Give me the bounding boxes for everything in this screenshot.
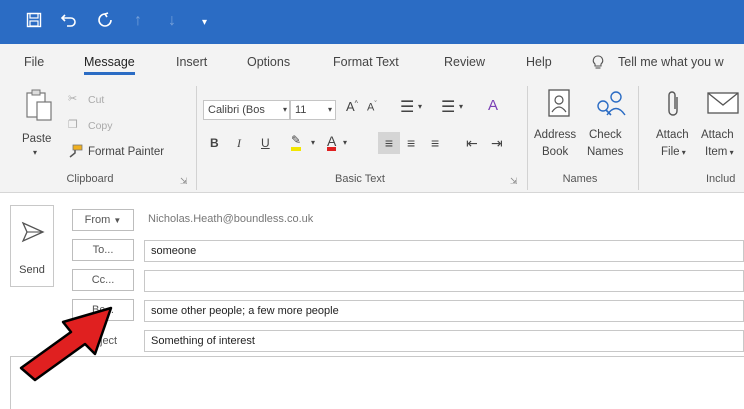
names-group-label: Names bbox=[562, 173, 598, 185]
down-arrow-icon[interactable]: ↓ bbox=[168, 12, 176, 30]
tab-insert[interactable]: Insert bbox=[176, 55, 207, 69]
bullets-icon[interactable]: ☰ bbox=[400, 97, 414, 117]
font-name-select[interactable]: Calibri (Bos ▾ bbox=[203, 100, 290, 120]
attach-file-button-line2[interactable]: File ▾ bbox=[661, 146, 686, 158]
cut-button[interactable]: Cut bbox=[88, 94, 104, 106]
from-button[interactable]: From ▼ bbox=[72, 209, 134, 231]
check-names-button[interactable]: Check bbox=[589, 129, 622, 141]
tab-format-text[interactable]: Format Text bbox=[333, 55, 399, 69]
cut-icon: ✂ bbox=[68, 93, 78, 105]
attach-item-label: Item bbox=[705, 146, 728, 158]
from-address: Nicholas.Heath@boundless.co.uk bbox=[148, 213, 314, 225]
tab-options[interactable]: Options bbox=[247, 55, 290, 69]
copy-button[interactable]: Copy bbox=[88, 120, 113, 132]
chevron-down-icon[interactable]: ▾ bbox=[343, 138, 347, 147]
chevron-down-icon[interactable]: ▾ bbox=[459, 102, 463, 111]
ribbon-separator bbox=[196, 86, 197, 190]
up-arrow-icon[interactable]: ↑ bbox=[134, 12, 142, 30]
format-painter-button[interactable]: Format Painter bbox=[88, 146, 164, 158]
chevron-down-icon: ▾ bbox=[327, 105, 332, 114]
highlight-icon[interactable]: ✎ bbox=[291, 133, 302, 151]
align-left-icon[interactable]: ≡ bbox=[378, 132, 400, 154]
font-size-select[interactable]: 11 ▾ bbox=[290, 100, 336, 120]
red-arrow-annotation bbox=[19, 306, 113, 382]
address-book-button-line2[interactable]: Book bbox=[542, 146, 568, 158]
attach-item-button-line2[interactable]: Item ▾ bbox=[705, 146, 734, 158]
attach-item-button[interactable]: Attach bbox=[701, 129, 734, 141]
address-book-icon bbox=[546, 88, 572, 121]
align-center-icon[interactable]: ≡ bbox=[407, 132, 415, 154]
chevron-down-icon: ▼ bbox=[113, 216, 122, 225]
clipboard-group-label: Clipboard bbox=[66, 173, 114, 185]
undo-icon[interactable] bbox=[60, 12, 78, 33]
bold-button[interactable]: B bbox=[210, 136, 219, 150]
attach-item-icon bbox=[706, 90, 740, 119]
attach-file-label: File bbox=[661, 146, 680, 158]
send-icon bbox=[21, 221, 45, 243]
chevron-down-icon[interactable]: ▾ bbox=[418, 102, 422, 111]
save-icon[interactable] bbox=[26, 12, 42, 33]
tell-me-search[interactable]: Tell me what you w bbox=[618, 55, 724, 69]
paperclip-icon bbox=[667, 89, 681, 122]
check-names-icon bbox=[594, 88, 626, 121]
format-painter-icon bbox=[67, 144, 83, 161]
ribbon-separator bbox=[638, 86, 639, 190]
from-label: From bbox=[84, 214, 111, 226]
basic-text-launcher-icon[interactable]: ⇲ bbox=[510, 176, 518, 187]
send-button[interactable]: Send bbox=[10, 205, 54, 287]
address-book-button[interactable]: Address bbox=[534, 129, 576, 141]
clipboard-launcher-icon[interactable]: ⇲ bbox=[180, 176, 188, 187]
ribbon-separator bbox=[527, 86, 528, 190]
numbering-icon[interactable]: ☰ bbox=[441, 97, 455, 117]
grow-font-icon[interactable]: A^ bbox=[346, 99, 358, 114]
paste-button[interactable]: Paste bbox=[22, 133, 51, 145]
redo-icon[interactable] bbox=[96, 12, 114, 33]
copy-icon: ❐ bbox=[68, 119, 78, 131]
tab-review[interactable]: Review bbox=[444, 55, 485, 69]
shrink-font-icon[interactable]: Aˇ bbox=[367, 101, 377, 114]
cc-field[interactable] bbox=[144, 270, 744, 292]
tab-help[interactable]: Help bbox=[526, 55, 552, 69]
basic-text-group-label: Basic Text bbox=[335, 173, 385, 185]
attach-file-button[interactable]: Attach bbox=[656, 129, 689, 141]
bcc-field[interactable]: some other people; a few more people bbox=[144, 300, 744, 322]
tab-file[interactable]: File bbox=[24, 55, 44, 69]
to-button[interactable]: To... bbox=[72, 239, 134, 261]
title-bar: ↑ ↓ ▾ bbox=[0, 0, 744, 44]
ribbon: Paste ▾ ✂ Cut ❐ Copy Format Painter Clip… bbox=[0, 80, 744, 193]
chevron-down-icon[interactable]: ▾ bbox=[311, 138, 315, 147]
paste-dropdown-icon[interactable]: ▾ bbox=[33, 148, 37, 157]
cc-button[interactable]: Cc... bbox=[72, 269, 134, 291]
align-right-icon[interactable]: ≡ bbox=[431, 132, 439, 154]
font-size-value: 11 bbox=[295, 104, 307, 116]
chevron-down-icon: ▾ bbox=[282, 105, 287, 114]
italic-button[interactable]: I bbox=[237, 136, 241, 151]
ribbon-tabs: File Message Insert Options Format Text … bbox=[0, 44, 744, 80]
customize-toolbar-icon[interactable]: ▾ bbox=[202, 14, 207, 32]
lightbulb-icon bbox=[592, 55, 604, 73]
increase-indent-icon[interactable]: ⇥ bbox=[491, 132, 503, 154]
tab-message[interactable]: Message bbox=[84, 55, 135, 75]
to-field[interactable]: someone bbox=[144, 240, 744, 262]
underline-button[interactable]: U bbox=[261, 136, 270, 150]
decrease-indent-icon[interactable]: ⇤ bbox=[466, 132, 478, 154]
paste-icon[interactable] bbox=[24, 88, 54, 125]
clear-formatting-icon[interactable]: A bbox=[488, 97, 498, 114]
subject-field[interactable]: Something of interest bbox=[144, 330, 744, 352]
include-group-label: Includ bbox=[706, 173, 736, 185]
send-label: Send bbox=[19, 264, 45, 276]
check-names-button-line2[interactable]: Names bbox=[587, 146, 623, 158]
font-name-value: Calibri (Bos bbox=[208, 104, 265, 116]
font-color-icon[interactable]: A bbox=[327, 133, 337, 151]
